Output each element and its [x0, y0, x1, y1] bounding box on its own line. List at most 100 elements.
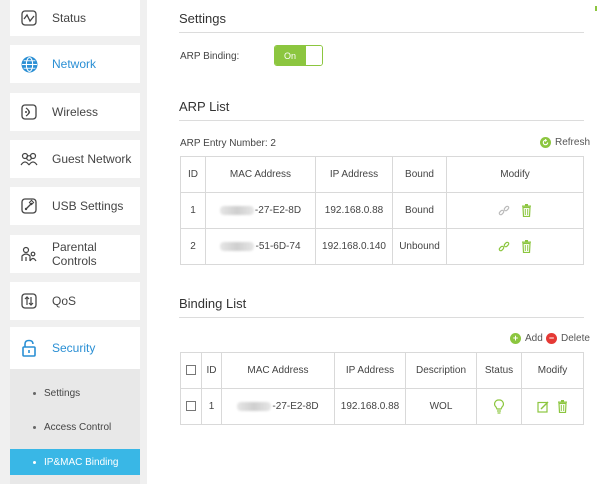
- submenu-item-ip-mac-binding[interactable]: IP&MAC Binding: [10, 449, 140, 475]
- sidebar-item-label: USB Settings: [52, 199, 124, 213]
- parent-child-icon: [20, 245, 38, 263]
- lock-icon: [20, 339, 38, 357]
- sidebar-item-qos[interactable]: QoS: [10, 282, 140, 320]
- redacted-mac-prefix: [219, 205, 254, 215]
- cell-bound: Bound: [392, 192, 447, 229]
- add-label: Add: [525, 333, 543, 344]
- submenu-item-access-control[interactable]: Access Control: [10, 414, 140, 440]
- cell-status: [476, 388, 522, 425]
- main-content: Settings ARP Binding: On ARP List ARP En…: [179, 0, 597, 484]
- mac-suffix: -27-E2-8D: [254, 205, 302, 216]
- add-button[interactable]: + Add: [510, 333, 543, 344]
- bullet-icon: [33, 425, 36, 429]
- trash-icon[interactable]: [521, 240, 532, 253]
- submenu-item-label: Settings: [44, 387, 81, 399]
- binding-table: ID MAC Address IP Address Description St…: [180, 352, 584, 425]
- select-all-checkbox[interactable]: [186, 365, 196, 376]
- column-header: IP Address: [334, 352, 406, 389]
- column-header: Bound: [392, 156, 447, 193]
- sidebar-item-parental-controls[interactable]: Parental Controls: [10, 235, 140, 273]
- activity-icon: [20, 9, 38, 27]
- security-submenu: Settings Access Control IP&MAC Binding: [10, 369, 140, 484]
- refresh-label: Refresh: [555, 137, 591, 148]
- arp-table: ID MAC Address IP Address Bound Modify 1…: [180, 156, 584, 265]
- cell-modify: [521, 388, 584, 425]
- table-header-row: ID MAC Address IP Address Description St…: [180, 352, 584, 389]
- minus-icon: −: [546, 333, 557, 344]
- cell-ip: 192.168.0.88: [315, 192, 393, 229]
- sidebar-item-security[interactable]: Security: [10, 327, 140, 369]
- column-header: Status: [476, 352, 522, 389]
- toggle-on-label: On: [275, 46, 305, 65]
- cell-bound: Unbound: [392, 228, 447, 265]
- sidebar-item-status[interactable]: Status: [10, 0, 140, 36]
- cell-mac: -27-E2-8D: [205, 192, 316, 229]
- cell-id: 2: [180, 228, 206, 265]
- redacted-mac-prefix: [220, 241, 255, 251]
- cell-ip: 192.168.0.140: [315, 228, 393, 265]
- table-row: 1 -27-E2-8D 192.168.0.88 Bound: [180, 192, 584, 229]
- sidebar-item-usb-settings[interactable]: USB Settings: [10, 187, 140, 225]
- row-select-cell: [180, 388, 202, 425]
- sidebar-item-label: Security: [52, 341, 96, 355]
- sidebar-item-label: Parental Controls: [52, 240, 97, 268]
- settings-title: Settings: [179, 11, 226, 26]
- column-header: Description: [405, 352, 477, 389]
- arp-list-title: ARP List: [179, 99, 230, 114]
- sidebar: Status Network Wireless Guest Network US…: [0, 0, 147, 484]
- row-checkbox[interactable]: [186, 401, 196, 412]
- column-header: Modify: [521, 352, 584, 389]
- cell-description: WOL: [405, 388, 477, 425]
- edit-icon[interactable]: [537, 401, 549, 413]
- arp-binding-label: ARP Binding:: [180, 51, 240, 62]
- trash-icon[interactable]: [521, 204, 532, 217]
- arp-binding-toggle[interactable]: On: [274, 45, 323, 66]
- cell-modify: [446, 192, 584, 229]
- sidebar-item-label: Status: [52, 11, 87, 25]
- bullet-icon: [33, 460, 36, 464]
- toggle-knob: [305, 46, 322, 65]
- column-header: ID: [180, 156, 206, 193]
- redacted-mac-prefix: [237, 401, 272, 411]
- usb-icon: [20, 197, 38, 215]
- link-icon: [498, 205, 510, 217]
- arp-entry-number: ARP Entry Number: 2: [180, 138, 276, 149]
- sidebar-item-wireless[interactable]: Wireless: [10, 93, 140, 131]
- bullet-icon: [33, 391, 36, 395]
- plus-icon: +: [510, 333, 521, 344]
- submenu-item-settings[interactable]: Settings: [10, 380, 140, 406]
- sidebar-item-label: Network: [52, 57, 97, 71]
- column-header: MAC Address: [205, 156, 316, 193]
- sidebar-item-label: Guest Network: [52, 152, 132, 166]
- table-row: 1 -27-E2-8D 192.168.0.88 WOL: [180, 388, 584, 425]
- mac-suffix: -51-6D-74: [255, 241, 301, 252]
- sidebar-item-guest-network[interactable]: Guest Network: [10, 140, 140, 178]
- refresh-button[interactable]: Refresh: [540, 137, 590, 148]
- sidebar-item-label: QoS: [52, 294, 77, 308]
- qos-icon: [20, 292, 38, 310]
- delete-button[interactable]: − Delete: [546, 333, 590, 344]
- column-header: IP Address: [315, 156, 393, 193]
- divider: [179, 120, 584, 121]
- column-header: Modify: [446, 156, 584, 193]
- divider: [179, 32, 584, 33]
- cell-modify: [446, 228, 584, 265]
- column-header: ID: [201, 352, 222, 389]
- link-icon[interactable]: [498, 241, 510, 253]
- divider: [179, 317, 584, 318]
- table-row: 2 -51-6D-74 192.168.0.140 Unbound: [180, 228, 584, 265]
- trash-icon[interactable]: [557, 400, 568, 413]
- cell-mac: -51-6D-74: [205, 228, 316, 265]
- submenu-item-label: IP&MAC Binding: [44, 456, 119, 468]
- lightbulb-icon[interactable]: [494, 399, 504, 414]
- select-all-cell: [180, 352, 202, 389]
- sidebar-item-network[interactable]: Network: [10, 45, 140, 83]
- cell-id: 1: [180, 192, 206, 229]
- sidebar-item-label: Wireless: [52, 105, 99, 119]
- cell-ip: 192.168.0.88: [334, 388, 406, 425]
- delete-label: Delete: [561, 333, 590, 344]
- column-header: MAC Address: [221, 352, 335, 389]
- refresh-icon: [540, 137, 551, 148]
- submenu-item-label: Access Control: [44, 421, 112, 433]
- table-header-row: ID MAC Address IP Address Bound Modify: [180, 156, 584, 193]
